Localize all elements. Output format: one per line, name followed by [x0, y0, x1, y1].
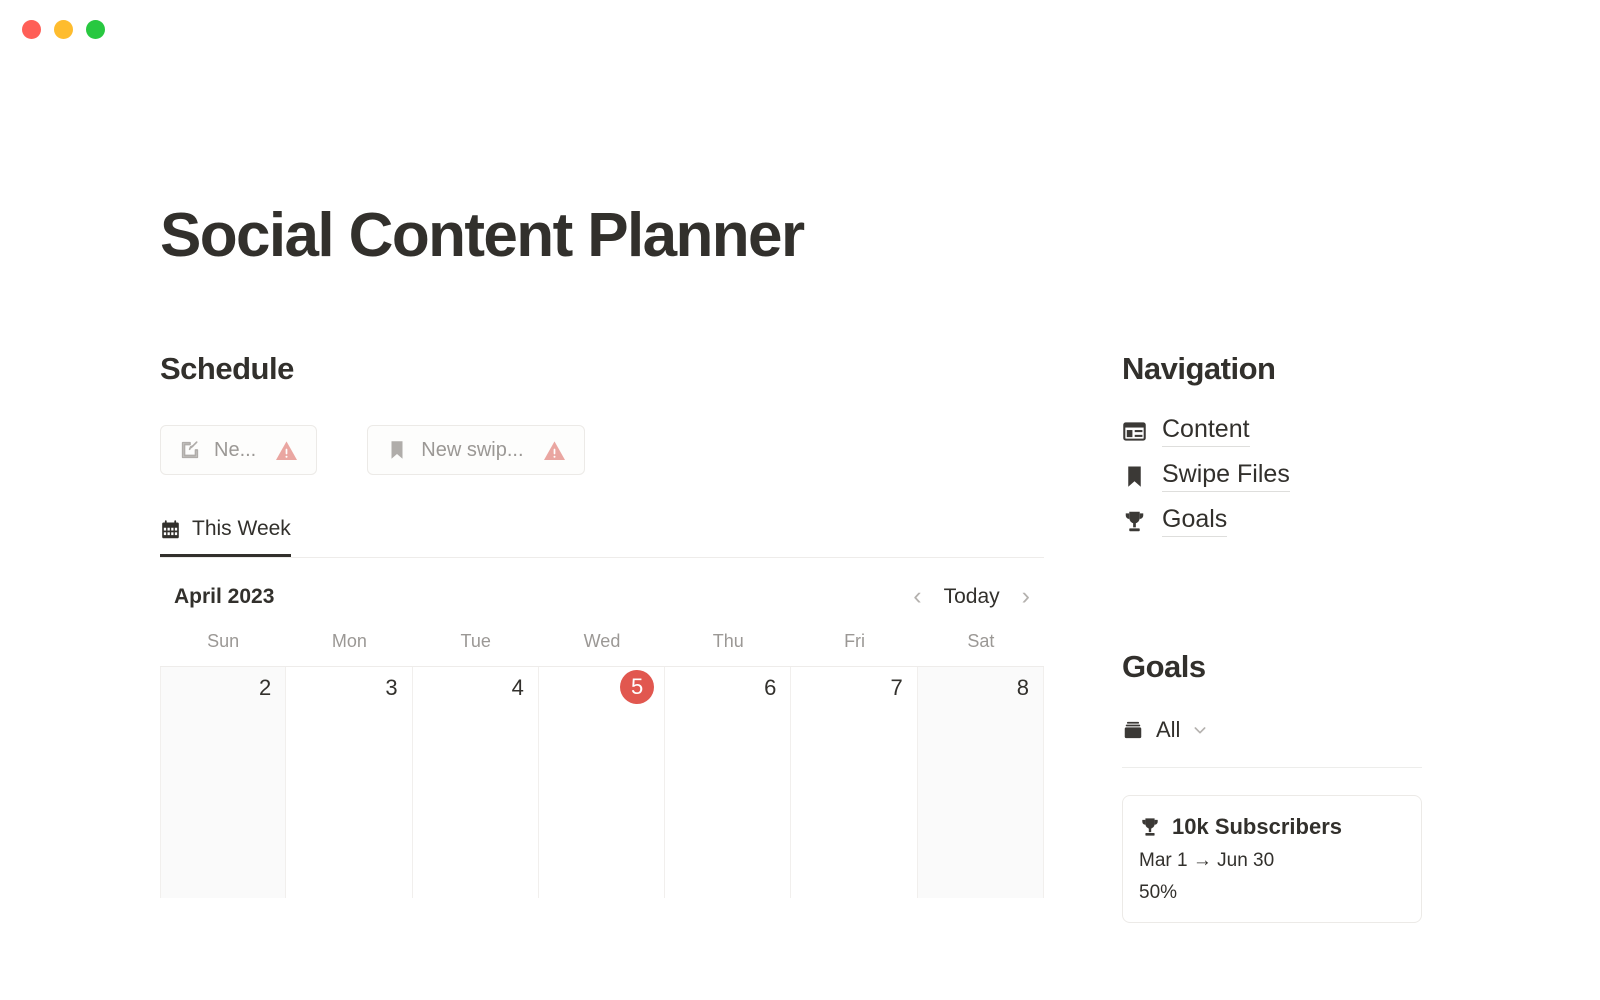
- day-name: Wed: [583, 631, 621, 652]
- warning-icon: [543, 441, 565, 460]
- edit-icon: [181, 441, 199, 459]
- sidebar-item-goals-label: Goals: [1162, 505, 1228, 538]
- day-name: Thu: [712, 631, 744, 652]
- navigation-heading: Navigation: [1122, 351, 1276, 387]
- sidebar-item-swipe-files[interactable]: Swipe Files: [1122, 460, 1290, 493]
- calendar-day-number: 8: [1016, 675, 1029, 701]
- day-name: Fri: [844, 631, 866, 652]
- sidebar-item-content-label: Content: [1162, 415, 1250, 448]
- calendar-day-cell[interactable]: 2: [160, 667, 287, 899]
- calendar-day-cell[interactable]: 6: [665, 667, 792, 899]
- trophy-icon: [1142, 818, 1158, 836]
- schedule-section: Schedule Ne... New swip... This Week Apr…: [160, 351, 1044, 899]
- calendar-day-number-today: 5: [620, 670, 655, 705]
- page-root: Social Content Planner Schedule Ne... Ne…: [0, 0, 1600, 1000]
- gallery-icon: [1123, 422, 1146, 441]
- tab-this-week-label: This Week: [192, 517, 291, 541]
- new-swipe-file-button-label: New swip...: [421, 438, 524, 461]
- goal-card[interactable]: 10k Subscribers Mar 1 → Jun 30 50%: [1122, 795, 1422, 924]
- schedule-action-buttons: Ne... New swip...: [160, 425, 1044, 476]
- content-columns: Schedule Ne... New swip... This Week Apr…: [0, 351, 1600, 924]
- calendar-nav: ‹ Today ›: [913, 584, 1030, 609]
- schedule-heading: Schedule: [160, 351, 294, 387]
- goal-card-dates: Mar 1 → Jun 30: [1139, 850, 1275, 872]
- calendar-day-number: 6: [764, 675, 777, 701]
- goals-divider: [1122, 767, 1422, 769]
- calendar-day-cell[interactable]: 3: [286, 667, 413, 899]
- calendar-day-names: Sun Mon Tue Wed Thu Fri Sat: [160, 631, 1044, 666]
- day-name: Sat: [967, 631, 995, 652]
- goals-filter-label: All: [1156, 717, 1181, 743]
- navigation-list: Content Swipe Files Goals: [1122, 415, 1452, 538]
- page-title: Social Content Planner: [160, 201, 805, 270]
- warning-icon: [276, 441, 298, 460]
- day-name: Sun: [207, 631, 240, 652]
- calendar-next-button[interactable]: ›: [1022, 584, 1030, 609]
- goal-card-title-row: 10k Subscribers: [1139, 814, 1405, 840]
- sidebar-item-swipe-files-label: Swipe Files: [1162, 460, 1290, 493]
- day-name: Mon: [331, 631, 367, 652]
- tab-this-week[interactable]: This Week: [160, 517, 291, 558]
- calendar-prev-button[interactable]: ‹: [913, 584, 921, 609]
- trophy-icon: [1125, 511, 1144, 532]
- database-icon: [1124, 722, 1142, 739]
- calendar-month-label: April 2023: [174, 584, 275, 608]
- calendar-day-number: 3: [385, 675, 398, 701]
- new-content-button[interactable]: Ne...: [160, 425, 318, 476]
- goals-heading: Goals: [1122, 649, 1206, 685]
- new-swipe-file-button[interactable]: New swip...: [367, 425, 585, 476]
- schedule-tab-bar: This Week: [160, 517, 1044, 559]
- calendar-day-cell[interactable]: 4: [413, 667, 539, 899]
- goals-section: Goals All 10k Subscribers Mar 1 → Jun 30…: [1122, 649, 1452, 924]
- goal-card-title: 10k Subscribers: [1172, 814, 1342, 840]
- calendar-icon: [162, 520, 179, 539]
- calendar-day-cell[interactable]: 8: [917, 667, 1044, 899]
- day-name: Tue: [460, 631, 491, 652]
- chevron-down-icon: [1194, 727, 1206, 734]
- goals-filter-selector[interactable]: All: [1122, 717, 1208, 743]
- sidebar-item-content[interactable]: Content: [1122, 415, 1250, 448]
- calendar-day-cell[interactable]: 7: [791, 667, 918, 899]
- sidebar-item-goals[interactable]: Goals: [1122, 505, 1228, 538]
- calendar-grid: 2 3 4 5 6 7 8: [160, 666, 1044, 899]
- sidebar: Navigation Content Swipe Files Goals Goa…: [1122, 351, 1452, 924]
- calendar-day-number: 4: [511, 675, 524, 701]
- calendar-day-number: 2: [259, 675, 272, 701]
- calendar-day-cell-today[interactable]: 5: [539, 667, 666, 899]
- bookmark-icon: [391, 441, 403, 460]
- new-content-button-label: Ne...: [214, 438, 257, 461]
- calendar-header: April 2023 ‹ Today ›: [160, 558, 1044, 631]
- calendar-day-number: 7: [890, 675, 903, 701]
- goal-card-progress: 50%: [1139, 882, 1178, 904]
- calendar-today-button[interactable]: Today: [944, 585, 1000, 609]
- bookmark-icon: [1128, 466, 1141, 487]
